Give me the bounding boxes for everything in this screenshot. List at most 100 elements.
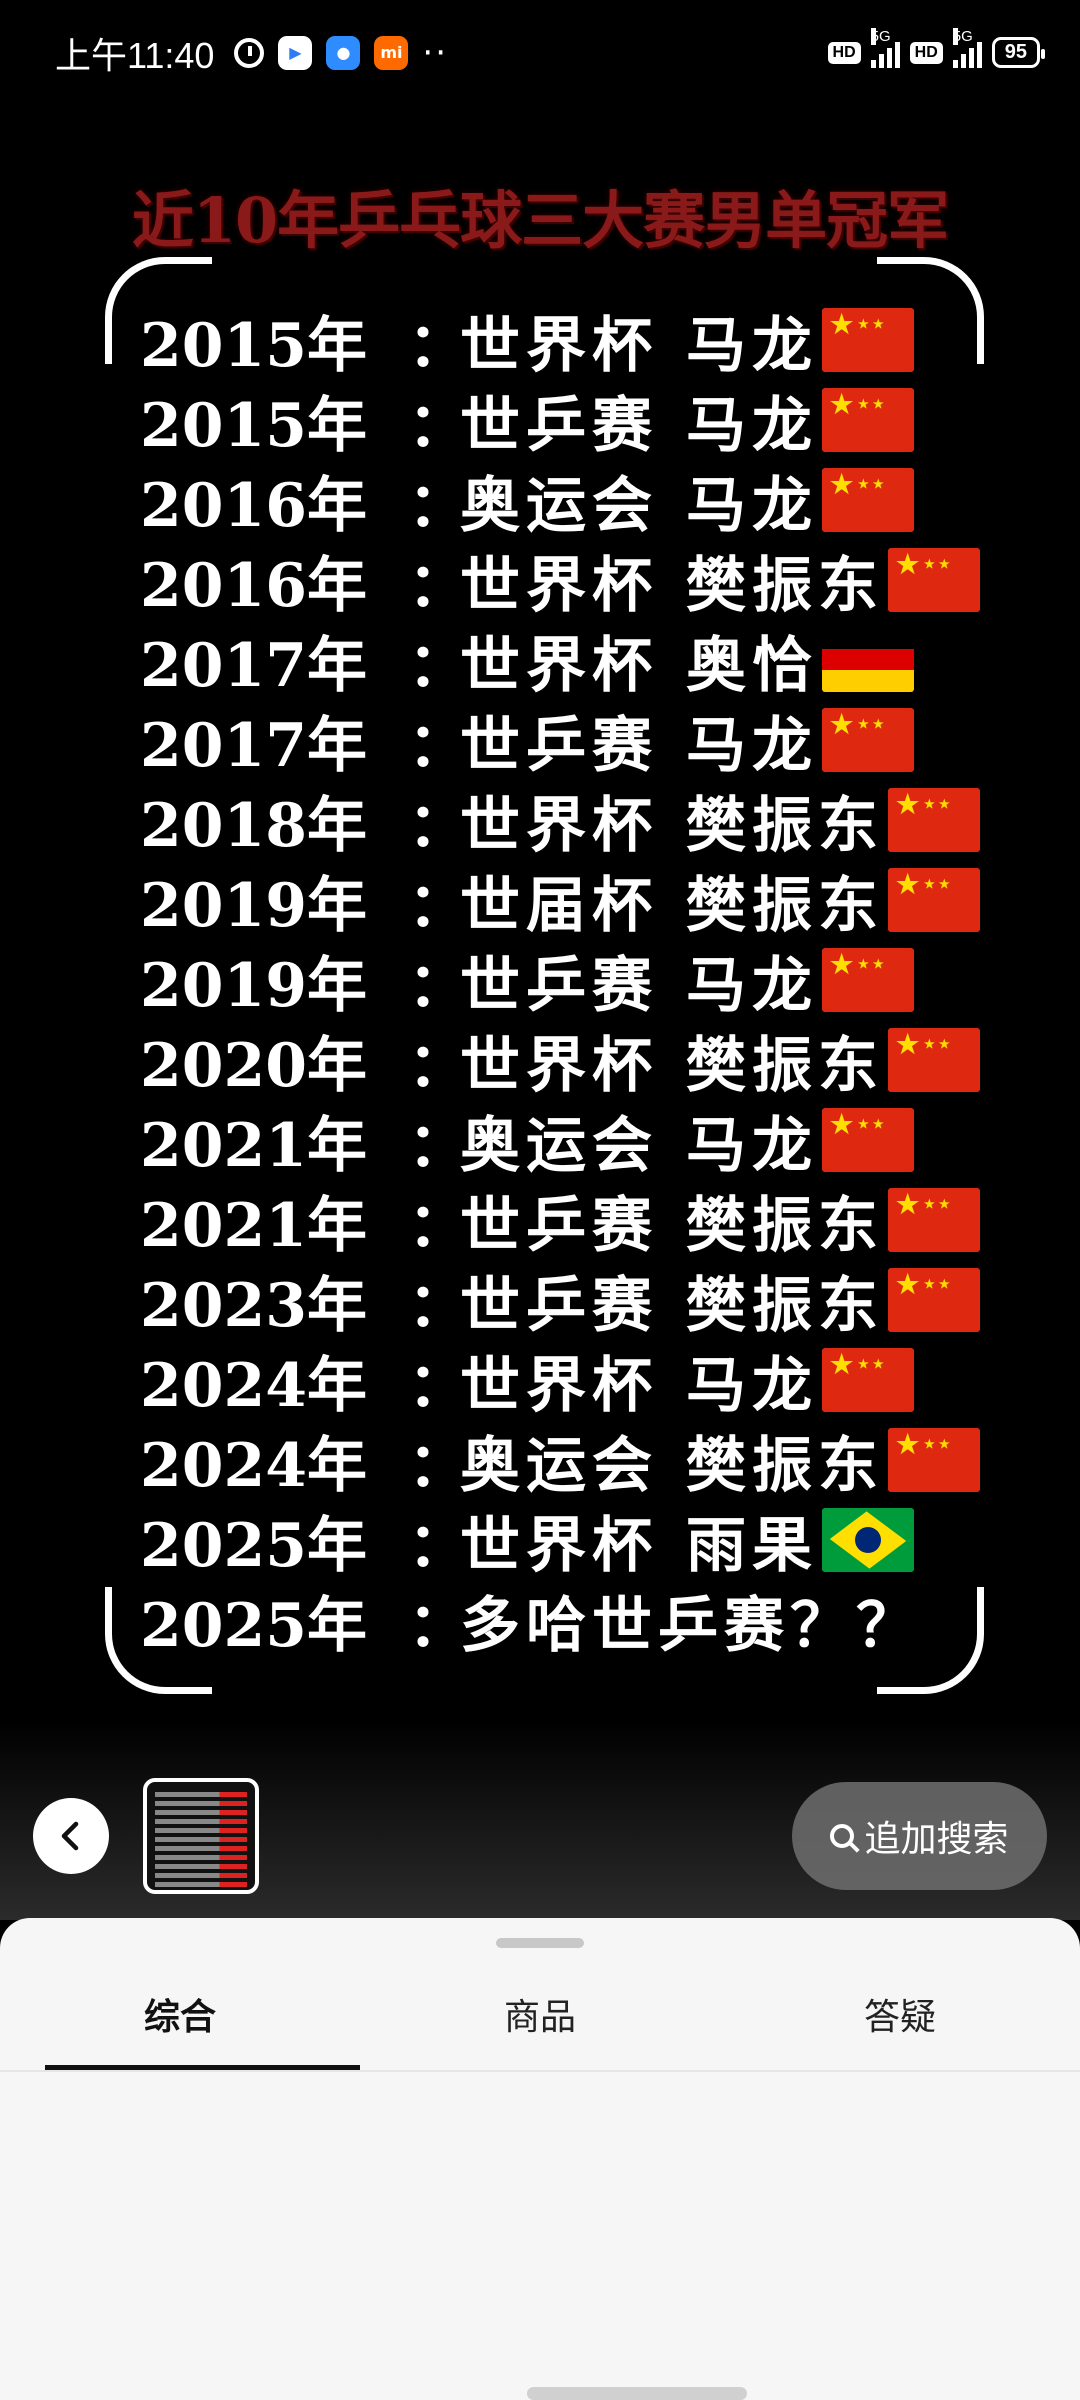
champion-event: 世届杯 <box>460 870 658 941</box>
champion-event: 多哈世乒赛？？ <box>460 1590 922 1661</box>
champion-name: 马龙 <box>686 950 818 1021</box>
champion-name: 樊振东 <box>686 550 884 621</box>
champion-year: 2017年 <box>140 710 367 781</box>
champion-row: 2021年 ：世乒赛 樊振东 <box>140 1180 980 1261</box>
status-bar: 上午11:40 ▶ ● mi ·· HD 5G HD 5G 95 <box>0 0 1080 105</box>
champion-event: 世乒赛 <box>460 950 658 1021</box>
champion-name: 樊振东 <box>686 790 884 861</box>
colon: ： <box>408 470 468 541</box>
champion-name: 樊振东 <box>686 1270 884 1341</box>
champion-year: 2016年 <box>140 550 367 621</box>
champion-year: 2021年 <box>140 1110 367 1181</box>
colon: ： <box>408 550 468 621</box>
bottom-sheet: 综合 商品 答疑 <box>0 1918 1080 2400</box>
colon: ： <box>408 710 468 781</box>
champion-row: 2017年 ：世乒赛 马龙 <box>140 700 980 781</box>
champion-event: 奥运会 <box>460 1430 658 1501</box>
colon: ： <box>408 950 468 1021</box>
champion-name: 奥恰 <box>686 630 818 701</box>
champion-year: 2019年 <box>140 950 367 1021</box>
signal-icon-2: 5G <box>952 27 982 68</box>
flag-cn-icon <box>822 1108 914 1172</box>
colon: ： <box>408 1350 468 1421</box>
champion-event: 世乒赛 <box>460 710 658 781</box>
colon: ： <box>408 1590 468 1661</box>
champion-year: 2024年 <box>140 1430 367 1501</box>
champion-event: 奥运会 <box>460 1110 658 1181</box>
alarm-icon <box>234 37 265 68</box>
tab-label: 综合 <box>143 1997 216 2038</box>
flag-cn-icon <box>822 708 914 772</box>
colon: ： <box>408 630 468 701</box>
champion-name: 马龙 <box>686 1110 818 1181</box>
mi-app-icon: mi <box>374 35 409 70</box>
champion-event: 奥运会 <box>460 470 658 541</box>
champion-event: 世界杯 <box>460 550 658 621</box>
champion-year: 2025年 <box>140 1510 367 1581</box>
hd-badge-2: HD <box>909 41 943 64</box>
champion-row: 2016年 ：奥运会 马龙 <box>140 460 980 541</box>
champion-row: 2019年 ：世乒赛 马龙 <box>140 940 980 1021</box>
message-app-icon: ● <box>326 35 361 70</box>
tab-comprehensive[interactable]: 综合 <box>0 1958 360 2070</box>
colon: ： <box>408 1270 468 1341</box>
champion-event: 世乒赛 <box>460 390 658 461</box>
champion-year: 2021年 <box>140 1190 367 1261</box>
flag-cn-icon <box>822 308 914 372</box>
battery-icon: 95 <box>991 37 1046 68</box>
back-button[interactable] <box>33 1798 109 1874</box>
champion-event: 世界杯 <box>460 790 658 861</box>
search-icon <box>830 1824 855 1848</box>
champion-row: 2020年 ：世界杯 樊振东 <box>140 1020 980 1101</box>
flag-cn-icon <box>888 788 980 852</box>
champion-row: 2015年 ：世界杯 马龙 <box>140 300 980 381</box>
champion-name: 马龙 <box>686 1350 818 1421</box>
colon: ： <box>408 310 468 381</box>
champion-row: 2025年 ：世界杯 雨果 <box>140 1500 980 1581</box>
champion-year: 2015年 <box>140 310 367 381</box>
flag-cn-icon <box>888 1428 980 1492</box>
champion-year: 2019年 <box>140 870 367 941</box>
flag-cn-icon <box>888 1188 980 1252</box>
champion-row: 2023年 ：世乒赛 樊振东 <box>140 1260 980 1341</box>
champion-year: 2015年 <box>140 390 367 461</box>
champion-row: 2017年 ：世界杯 奥恰 <box>140 620 980 701</box>
flag-cn-icon <box>888 548 980 612</box>
champion-year: 2017年 <box>140 630 367 701</box>
play-store-icon: ▶ <box>278 35 313 70</box>
signal-icon: 5G <box>870 27 900 68</box>
flag-cn-icon <box>822 468 914 532</box>
flag-br-icon <box>822 1508 914 1572</box>
champion-row: 2024年 ：奥运会 樊振东 <box>140 1420 980 1501</box>
sheet-drag-handle[interactable] <box>496 1938 584 1948</box>
champion-list: 2015年：世界杯马龙2015年：世乒赛马龙2016年：奥运会马龙2016年：世… <box>140 300 980 1661</box>
champion-name: 马龙 <box>686 310 818 381</box>
tab-label: 答疑 <box>863 1997 936 2038</box>
tab-divider <box>0 2070 1080 2072</box>
colon: ： <box>408 1110 468 1181</box>
tab-products[interactable]: 商品 <box>360 1958 720 2070</box>
champion-name: 樊振东 <box>686 1030 884 1101</box>
champion-name: 樊振东 <box>686 870 884 941</box>
champion-event: 世界杯 <box>460 310 658 381</box>
colon: ： <box>408 1510 468 1581</box>
champion-event: 世界杯 <box>460 630 658 701</box>
colon: ： <box>408 870 468 941</box>
tab-bar: 综合 商品 答疑 <box>0 1958 1080 2070</box>
flag-cn-icon <box>888 1028 980 1092</box>
flag-de-icon <box>822 628 914 692</box>
champion-row: 2024年 ：世界杯 马龙 <box>140 1340 980 1421</box>
home-indicator[interactable] <box>527 2387 747 2400</box>
tab-qa[interactable]: 答疑 <box>720 1958 1080 2070</box>
champion-year: 2024年 <box>140 1350 367 1421</box>
champion-row: 2019年 ：世届杯 樊振东 <box>140 860 980 941</box>
champion-name: 樊振东 <box>686 1190 884 1261</box>
champion-row: 2015年 ：世乒赛 马龙 <box>140 380 980 461</box>
search-more-button[interactable]: 追加搜索 <box>792 1782 1047 1890</box>
champion-year: 2023年 <box>140 1270 367 1341</box>
image-thumbnail[interactable] <box>143 1778 259 1894</box>
poster-image[interactable]: 近10年乒乓球三大赛男单冠军 2015年：世界杯马龙2015年：世乒赛马龙201… <box>0 105 1080 1735</box>
champion-event: 世界杯 <box>460 1350 658 1421</box>
status-left: 上午11:40 ▶ ● mi ·· <box>55 27 448 79</box>
champion-name: 马龙 <box>686 390 818 461</box>
